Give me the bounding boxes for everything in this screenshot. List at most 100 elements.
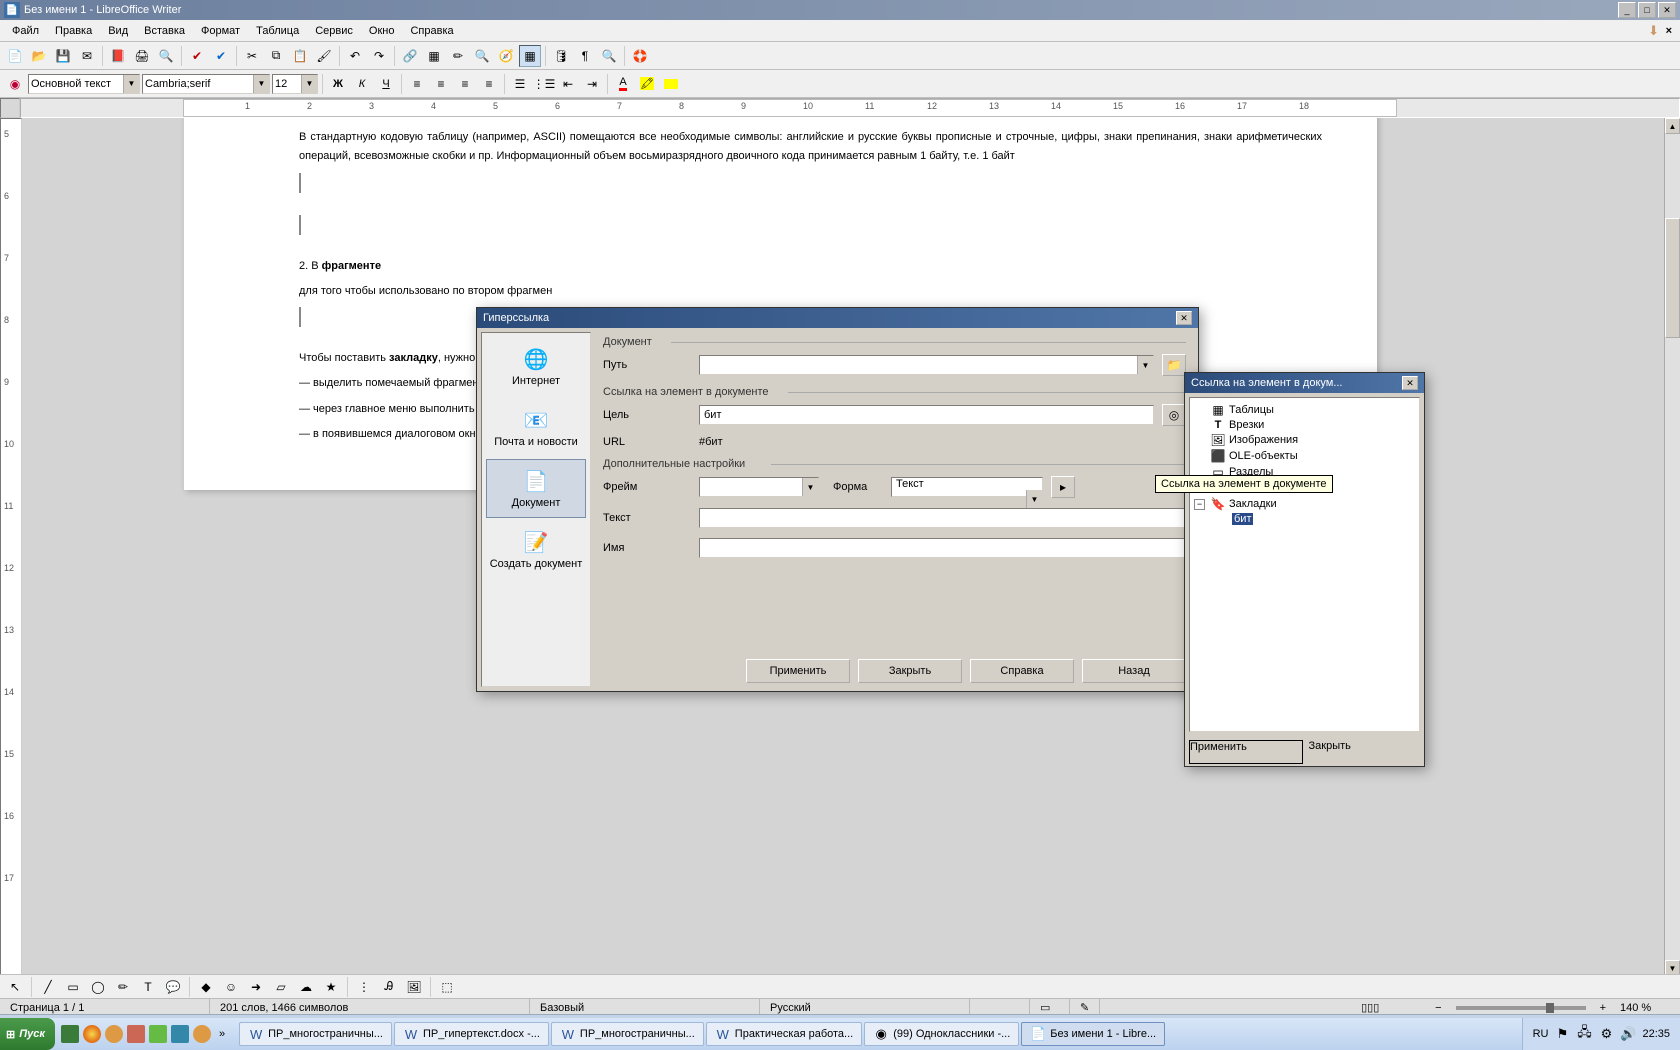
collapse-icon[interactable]: −	[1194, 499, 1205, 510]
datasource-button[interactable]: 🛢	[550, 45, 572, 67]
tree-item-bookmarks[interactable]: −🔖Закладки	[1194, 496, 1415, 512]
path-combo[interactable]: ▼	[699, 355, 1154, 375]
format-paint-button[interactable]: 🖌	[313, 45, 335, 67]
zoom-in-button[interactable]: +	[1596, 1002, 1610, 1014]
vertical-ruler[interactable]: 567891011121314151617	[0, 118, 22, 976]
styles-button[interactable]: ◉	[4, 73, 26, 95]
tray-network-icon[interactable]: 🖧	[1576, 1026, 1592, 1042]
zoom-out-button[interactable]: −	[1431, 1002, 1445, 1014]
spellcheck-button[interactable]: ✔	[186, 45, 208, 67]
tree-item-tables[interactable]: ▦Таблицы	[1194, 402, 1415, 418]
zoom-button[interactable]: 🔍	[598, 45, 620, 67]
menu-view[interactable]: Вид	[100, 23, 136, 39]
dialog-titlebar[interactable]: Гиперссылка ✕	[477, 308, 1198, 328]
menu-tools[interactable]: Сервис	[307, 23, 361, 39]
document-close-button[interactable]: ×	[1662, 23, 1676, 39]
paragraph-style-combo[interactable]: Основной текст ▼	[28, 74, 140, 94]
bg-color-button[interactable]	[660, 73, 682, 95]
text-input[interactable]	[699, 508, 1186, 528]
redo-button[interactable]: ↷	[368, 45, 390, 67]
name-input[interactable]	[699, 538, 1186, 558]
help-button[interactable]: Справка	[970, 659, 1074, 683]
tray-volume-icon[interactable]: 🔊	[1620, 1026, 1636, 1042]
line-tool-button[interactable]: ╱	[37, 976, 59, 998]
font-size-combo[interactable]: 12 ▼	[272, 74, 318, 94]
smiley-shapes-button[interactable]: ☺	[220, 976, 242, 998]
table-button[interactable]: ▦	[423, 45, 445, 67]
quick-launch-icon-chrome[interactable]	[83, 1025, 101, 1043]
export-pdf-button[interactable]: 📕	[107, 45, 129, 67]
target-input[interactable]	[699, 405, 1154, 425]
menu-format[interactable]: Формат	[193, 23, 248, 39]
italic-button[interactable]: К	[351, 73, 373, 95]
print-button[interactable]: 🖨	[131, 45, 153, 67]
undo-button[interactable]: ↶	[344, 45, 366, 67]
task-item[interactable]: WПР_многостраничны...	[239, 1022, 392, 1046]
quick-launch-icon[interactable]	[171, 1025, 189, 1043]
vertical-scrollbar[interactable]: ▲ ▼	[1664, 118, 1680, 976]
open-button[interactable]: 📂	[28, 45, 50, 67]
tree-item-ole[interactable]: ⬛OLE-объекты	[1194, 448, 1415, 464]
quick-launch-icon[interactable]	[193, 1025, 211, 1043]
apply-button[interactable]: Применить	[746, 659, 850, 683]
tray-icon[interactable]: ⚑	[1554, 1026, 1570, 1042]
browse-path-button[interactable]: 📁	[1162, 354, 1186, 376]
align-left-button[interactable]: ≡	[406, 73, 428, 95]
numbering-button[interactable]: ☰	[509, 73, 531, 95]
find-button[interactable]: 🔍	[471, 45, 493, 67]
task-item-active[interactable]: 📄Без имени 1 - Libre...	[1021, 1022, 1165, 1046]
indent-dec-button[interactable]: ⇤	[557, 73, 579, 95]
window-close-button[interactable]: ✕	[1658, 2, 1676, 18]
form-combo[interactable]: Текст ▼	[891, 477, 1043, 497]
email-button[interactable]: ✉	[76, 45, 98, 67]
font-name-combo[interactable]: Cambria;serif ▼	[142, 74, 270, 94]
from-file-button[interactable]: 🖼	[403, 976, 425, 998]
highlight-button[interactable]: 🖍	[636, 73, 658, 95]
align-center-button[interactable]: ≡	[430, 73, 452, 95]
task-item[interactable]: WПР_гипертекст.docx -...	[394, 1022, 549, 1046]
align-justify-button[interactable]: ≡	[478, 73, 500, 95]
font-color-button[interactable]: А	[612, 73, 634, 95]
category-mail[interactable]: 📧 Почта и новости	[486, 398, 586, 457]
text-tool-button[interactable]: T	[137, 976, 159, 998]
zoom-slider[interactable]	[1456, 1006, 1586, 1010]
quick-launch-icon[interactable]	[127, 1025, 145, 1043]
target-dialog-close-button[interactable]: ✕	[1402, 376, 1418, 390]
horizontal-ruler[interactable]: 123456789101112131415161718	[20, 98, 1680, 118]
menu-insert[interactable]: Вставка	[136, 23, 193, 39]
callout-shapes-button[interactable]: ☁	[295, 976, 317, 998]
select-tool-button[interactable]: ↖	[4, 976, 26, 998]
scroll-thumb[interactable]	[1665, 218, 1680, 338]
quick-launch-icon[interactable]	[149, 1025, 167, 1043]
dialog-close-button[interactable]: ✕	[1176, 311, 1192, 325]
window-maximize-button[interactable]: □	[1638, 2, 1656, 18]
task-item[interactable]: ◉(99) Одноклассники -...	[864, 1022, 1019, 1046]
cut-button[interactable]: ✂	[241, 45, 263, 67]
target-browse-button[interactable]: ◎	[1162, 404, 1186, 426]
quick-launch-icon[interactable]	[61, 1025, 79, 1043]
show-draw-button[interactable]: ✏	[447, 45, 469, 67]
gallery-button[interactable]: ▦	[519, 45, 541, 67]
preview-button[interactable]: 🔍	[155, 45, 177, 67]
menu-edit[interactable]: Правка	[47, 23, 100, 39]
tray-icon[interactable]: ⚙	[1598, 1026, 1614, 1042]
category-new-document[interactable]: 📝 Создать документ	[486, 520, 586, 579]
copy-button[interactable]: ⧉	[265, 45, 287, 67]
menu-table[interactable]: Таблица	[248, 23, 307, 39]
category-document[interactable]: 📄 Документ	[486, 459, 586, 518]
ellipse-tool-button[interactable]: ◯	[87, 976, 109, 998]
hyperlink-button[interactable]: 🔗	[399, 45, 421, 67]
callout-tool-button[interactable]: 💬	[162, 976, 184, 998]
freeform-tool-button[interactable]: ✏	[112, 976, 134, 998]
bullets-button[interactable]: ⋮☰	[533, 73, 555, 95]
basic-shapes-button[interactable]: ◆	[195, 976, 217, 998]
close-button[interactable]: Закрыть	[858, 659, 962, 683]
frame-combo[interactable]: ▼	[699, 477, 819, 497]
task-item[interactable]: WПрактическая работа...	[706, 1022, 862, 1046]
extrusion-button[interactable]: ⬚	[436, 976, 458, 998]
target-tree[interactable]: ▦Таблицы TВрезки 🖼Изображения ⬛OLE-объек…	[1189, 397, 1420, 732]
category-internet[interactable]: 🌐 Интернет	[486, 337, 586, 396]
rect-tool-button[interactable]: ▭	[62, 976, 84, 998]
indent-inc-button[interactable]: ⇥	[581, 73, 603, 95]
tree-item-frames[interactable]: TВрезки	[1194, 418, 1415, 432]
